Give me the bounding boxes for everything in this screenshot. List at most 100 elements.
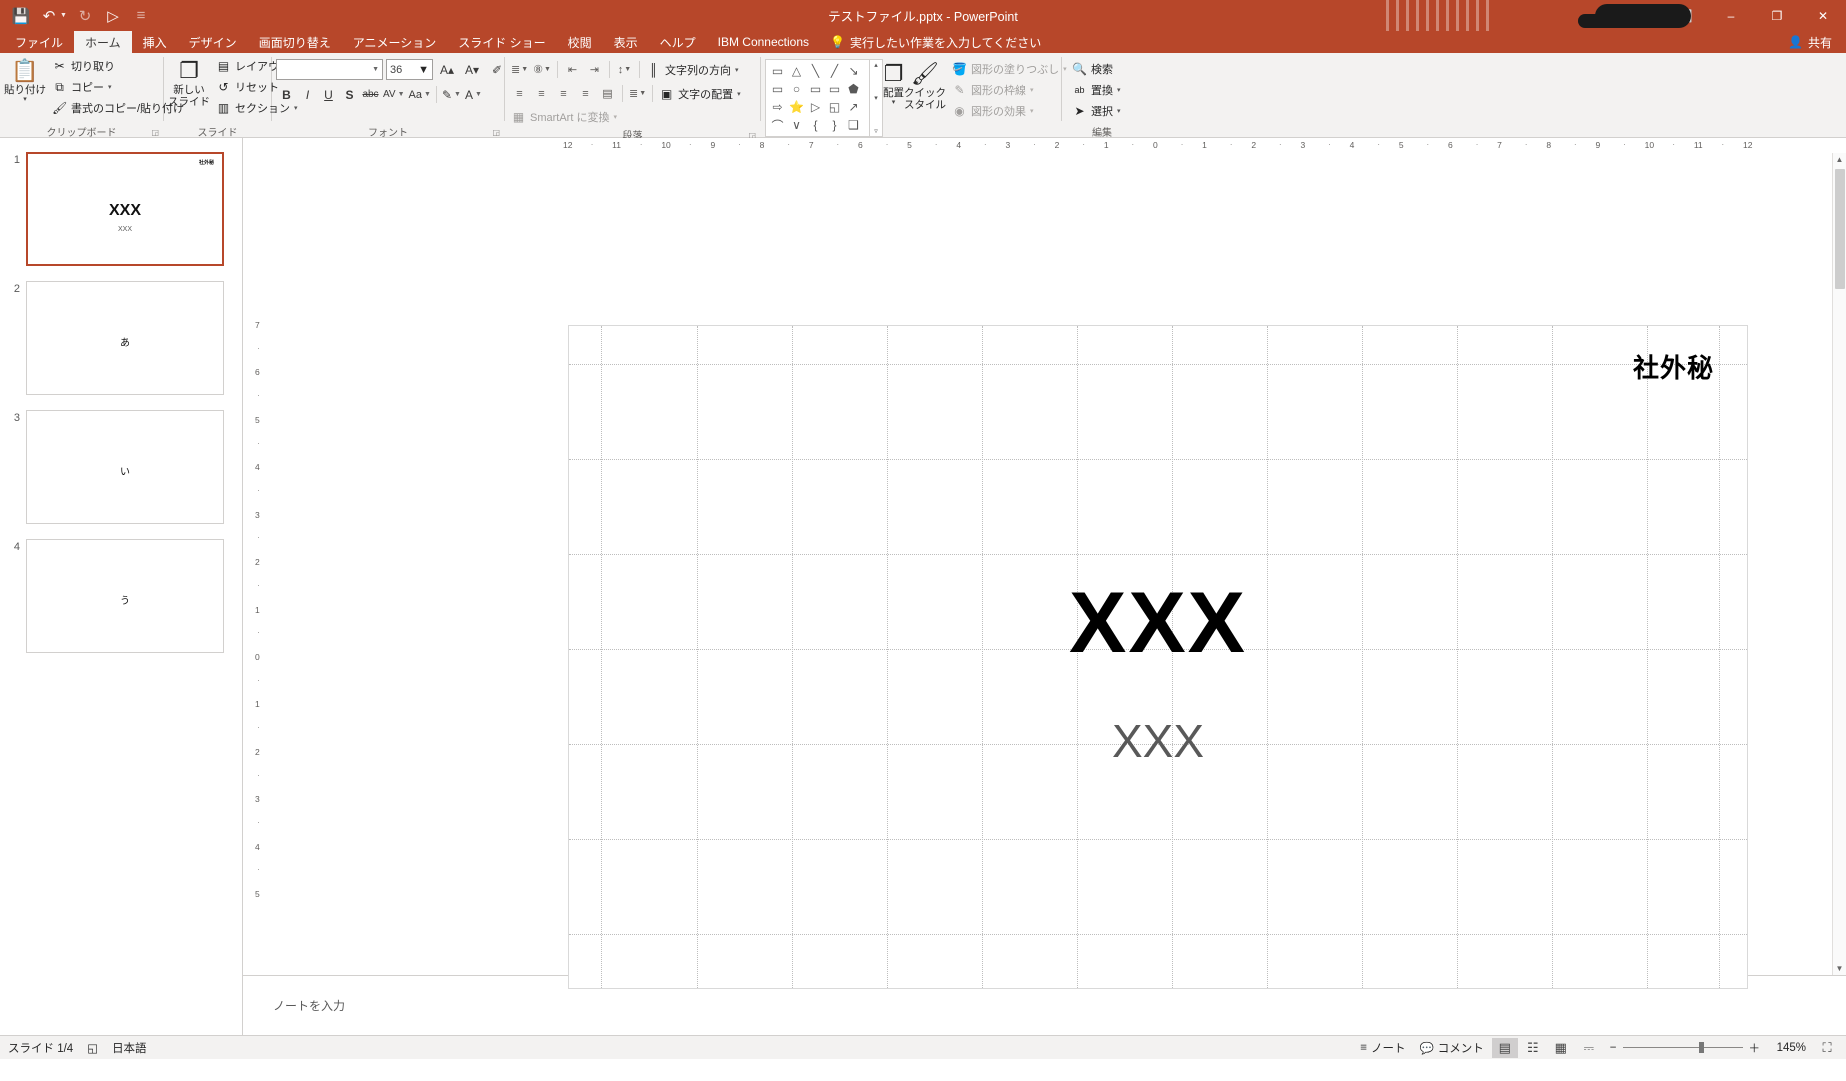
bullets-button[interactable]: ≣ ▼ <box>509 59 530 80</box>
replace-button[interactable]: ab 置換 ▾ <box>1068 80 1125 100</box>
start-slideshow-icon[interactable]: ▷ <box>100 4 126 28</box>
slide-canvas[interactable]: 社外秘 XXX XXX <box>568 325 1748 989</box>
shape-fill-button[interactable]: 🪣 図形の塗りつぶし ▾ <box>948 59 1071 79</box>
tab-transitions[interactable]: 画面切り替え <box>248 31 342 53</box>
vertical-ruler[interactable]: 7·6·5·4·3·2·1·0·1·2·3·4·5·6·7 <box>251 168 266 915</box>
slideshow-view-button[interactable]: ⎓ <box>1576 1038 1602 1058</box>
shape-flowchart-icon[interactable]: ▷ <box>806 98 825 116</box>
slide-thumbnail-2[interactable]: 2 あ <box>8 281 224 395</box>
save-icon[interactable]: 💾 <box>8 4 34 28</box>
zoom-level-label[interactable]: 145% <box>1766 1042 1806 1054</box>
scroll-up-icon[interactable]: ▲ <box>1836 155 1844 164</box>
slide-sorter-view-button[interactable]: ☷ <box>1520 1038 1546 1058</box>
shape-corner-icon[interactable]: ◱ <box>825 98 844 116</box>
tab-view[interactable]: 表示 <box>603 31 649 53</box>
zoom-slider[interactable] <box>1622 1042 1743 1053</box>
normal-view-button[interactable]: ▤ <box>1491 1037 1518 1058</box>
shape-left-brace-icon[interactable]: { <box>806 116 825 134</box>
slide-thumbnail-card-4[interactable]: う <box>26 539 224 653</box>
customize-quick-access-toolbar-icon[interactable]: ≡ <box>128 4 154 28</box>
numbering-caret-icon[interactable]: ▼ <box>544 66 551 73</box>
select-caret-icon[interactable]: ▾ <box>1117 107 1121 115</box>
slide-title-textbox[interactable]: XXX <box>569 574 1747 673</box>
numbering-button[interactable]: ⑧ ▼ <box>531 59 553 80</box>
shape-triangle-icon[interactable]: △ <box>787 62 806 80</box>
shape-line-icon[interactable]: ╲ <box>806 62 825 80</box>
tab-review[interactable]: 校閲 <box>557 31 603 53</box>
text-highlight-caret-icon[interactable]: ▼ <box>454 91 461 98</box>
undo-icon[interactable]: ↶ <box>36 4 62 28</box>
italic-button[interactable]: I <box>297 84 318 105</box>
shape-block-arrow-icon[interactable]: ⇨ <box>768 98 787 116</box>
close-button[interactable]: ✕ <box>1800 0 1846 31</box>
tab-insert[interactable]: 挿入 <box>132 31 178 53</box>
vertical-scrollbar[interactable]: ▲ ▼ <box>1832 153 1846 975</box>
slide-thumbnail-card-2[interactable]: あ <box>26 281 224 395</box>
font-size-caret-icon[interactable]: ▼ <box>418 64 429 76</box>
shape-arc-icon[interactable]: ⌒ <box>768 116 787 134</box>
tab-slideshow[interactable]: スライド ショー <box>447 31 556 53</box>
shape-effects-caret-icon[interactable]: ▾ <box>1030 107 1034 115</box>
character-spacing-caret-icon[interactable]: ▼ <box>398 91 405 98</box>
slide-thumbnail-3[interactable]: 3 い <box>8 410 224 524</box>
shape-outline-caret-icon[interactable]: ▾ <box>1030 86 1034 94</box>
text-direction-button[interactable]: ║ 文字列の方向 ▾ <box>644 60 741 80</box>
shape-pentagon-icon[interactable]: ⬟ <box>844 80 863 98</box>
slide-thumbnail-4[interactable]: 4 う <box>8 539 224 653</box>
font-name-caret-icon[interactable]: ▼ <box>372 66 379 73</box>
underline-button[interactable]: U <box>318 84 339 105</box>
line-spacing-caret-icon[interactable]: ▼ <box>624 66 631 73</box>
arrange-button[interactable]: ❐ 配置 ▾ <box>883 59 904 107</box>
share-button[interactable]: 👤 共有 <box>1788 31 1846 53</box>
paste-caret-icon[interactable]: ▾ <box>23 96 27 104</box>
convert-to-smartart-button[interactable]: ▦ SmartArt に変換 ▾ <box>509 107 619 127</box>
quick-styles-button[interactable]: 🖌 クイック スタイル <box>904 59 946 111</box>
shape-textbox-icon[interactable]: ❑ <box>844 116 863 134</box>
bold-button[interactable]: B <box>276 84 297 105</box>
zoom-in-button[interactable]: ＋ <box>1749 1040 1761 1056</box>
gallery-more-icon[interactable]: ▿ <box>874 127 878 135</box>
shapes-gallery[interactable]: ▭ △ ╲ ╱ ↘ ▭ ○ ▭ ▭ ⬟ ⇨ ⭐ ▷ ◱ ↗ ⌒ ∨ {} ❑ <box>765 59 870 137</box>
distribute-text-button[interactable]: ▤ <box>597 83 618 104</box>
columns-button[interactable]: ≣ ▼ <box>627 83 648 104</box>
zoom-control[interactable]: − ＋ 145% <box>1604 1040 1812 1056</box>
reading-view-button[interactable]: ▦ <box>1548 1038 1574 1058</box>
align-text-button[interactable]: ▣ 文字の配置 ▾ <box>657 84 743 104</box>
line-spacing-button[interactable]: ↕ ▼ <box>614 59 635 80</box>
shape-right-brace-icon[interactable]: } <box>825 116 844 134</box>
shape-effects-button[interactable]: ◉ 図形の効果 ▾ <box>948 101 1071 121</box>
slide-thumbnail-1[interactable]: 1 社外秘 XXX XXX <box>8 152 224 266</box>
decrease-indent-button[interactable]: ⇤ <box>562 59 583 80</box>
new-slide-button[interactable]: ❐ 新しい スライド <box>168 56 210 108</box>
shape-freeform-icon[interactable]: ▭ <box>806 80 825 98</box>
slide-subtitle-textbox[interactable]: XXX <box>569 714 1747 768</box>
shape-rounded-rectangle-icon[interactable]: ▭ <box>768 62 787 80</box>
gallery-scroll-down-icon[interactable]: ▾ <box>874 94 878 102</box>
tab-ibm-connections[interactable]: IBM Connections <box>707 31 820 53</box>
shapes-gallery-scrollbar[interactable]: ▴ ▾ ▿ <box>870 59 883 137</box>
increase-font-size-icon[interactable]: A▴ <box>436 59 458 80</box>
slide-thumbnail-pane[interactable]: 1 社外秘 XXX XXX 2 あ 3 い 4 う <box>0 138 243 1035</box>
shape-rectangle-icon[interactable]: ▭ <box>768 80 787 98</box>
undo-dropdown-caret[interactable]: ▼ <box>60 12 70 19</box>
replace-caret-icon[interactable]: ▾ <box>1117 86 1121 94</box>
horizontal-ruler[interactable]: 12 · 11 · 10 · 9 · 8 · 7 · 6 · 5 · 4 · 3 · 2 · 1 · 0 · 1 · 2 · 3 · 4 · 5 · 6… <box>271 138 1846 153</box>
slide-thumbnail-card-1[interactable]: 社外秘 XXX XXX <box>26 152 224 266</box>
character-spacing-button[interactable]: AV ▼ <box>381 84 407 105</box>
font-size-input[interactable]: 36 ▼ <box>386 59 433 80</box>
font-dialog-launcher-icon[interactable]: ◲ <box>492 128 500 137</box>
shape-oval-icon[interactable]: ○ <box>787 80 806 98</box>
scroll-down-icon[interactable]: ▼ <box>1836 964 1844 973</box>
font-color-button[interactable]: A ▼ <box>463 84 484 105</box>
tab-animations[interactable]: アニメーション <box>342 31 448 53</box>
shape-curve-icon[interactable]: ∨ <box>787 116 806 134</box>
select-button[interactable]: ➤ 選択 ▾ <box>1068 101 1125 121</box>
comments-toggle-button[interactable]: 💬 コメント <box>1413 1036 1489 1060</box>
shape-connector-icon[interactable]: ↗ <box>844 98 863 116</box>
tab-design[interactable]: デザイン <box>178 31 248 53</box>
decrease-font-size-icon[interactable]: A▾ <box>461 59 483 80</box>
columns-caret-icon[interactable]: ▼ <box>639 90 646 97</box>
scrollbar-thumb[interactable] <box>1835 169 1845 289</box>
shape-parallelogram-icon[interactable]: ▭ <box>825 80 844 98</box>
justify-button[interactable]: ≡ <box>575 83 596 104</box>
